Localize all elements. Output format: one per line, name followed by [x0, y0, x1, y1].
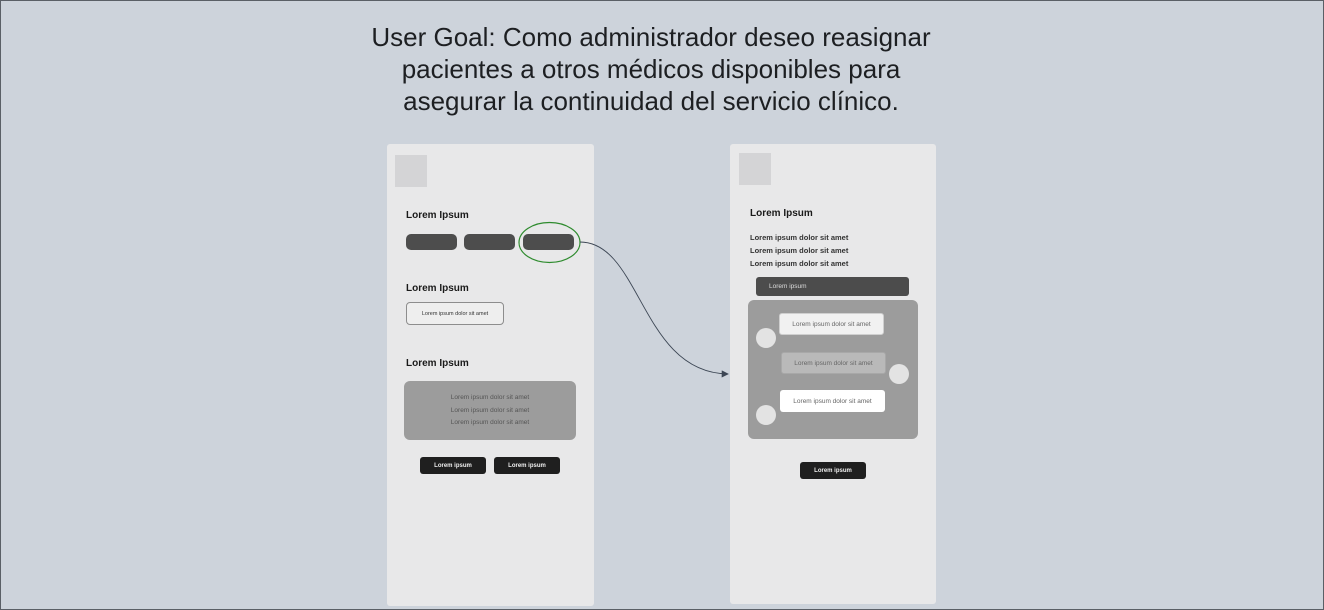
flow-arrow [579, 241, 729, 378]
flow-connector [518, 221, 729, 378]
highlight-ellipse [518, 221, 581, 264]
